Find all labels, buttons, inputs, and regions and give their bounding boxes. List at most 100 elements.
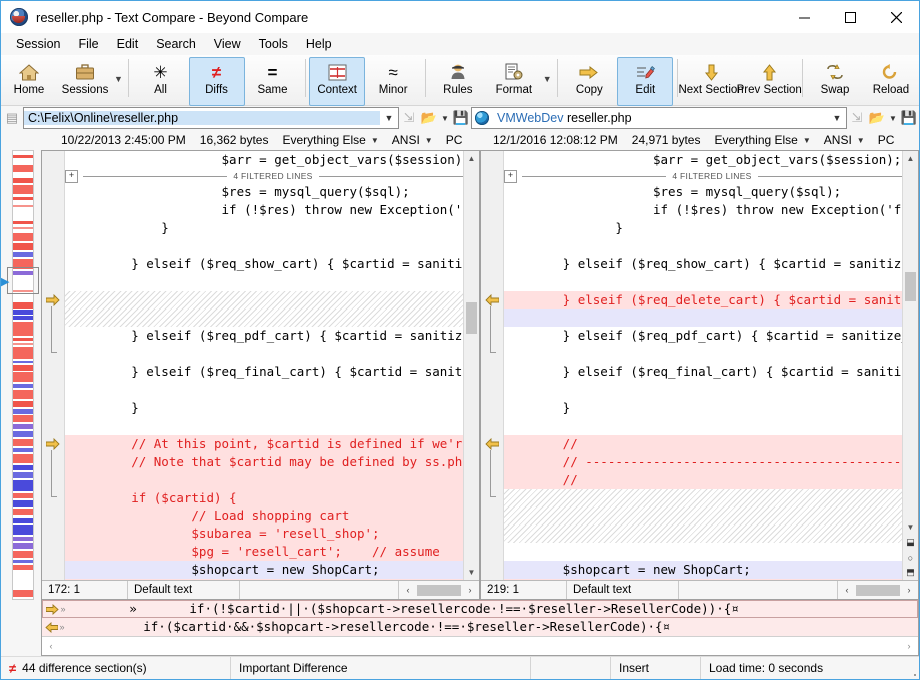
left-browse-refresh-icon[interactable]: ⇲ [399, 107, 419, 129]
code-line[interactable]: if ($cartid) { [65, 489, 463, 507]
line-comparison-scroll-left-icon[interactable]: ‹ [42, 641, 60, 651]
code-line[interactable]: $subarea = 'resell_shop'; [65, 525, 463, 543]
left-path-combo[interactable]: C:\Felix\Online\reseller.php ▼ [23, 107, 399, 129]
code-line[interactable]: if ($cartid) $shopcart->fetchcart($carti… [504, 579, 902, 580]
code-line[interactable]: $shopcart = new ShopCart; [504, 561, 902, 579]
code-line[interactable]: $res = mysql_query($sql); [65, 183, 463, 201]
toolbar-rules-button[interactable]: Rules [430, 57, 486, 106]
format-dropdown-chevron-down-icon[interactable]: ▼ [542, 57, 553, 101]
code-line[interactable]: } [504, 219, 902, 237]
right-scroll-thumb[interactable] [905, 272, 916, 300]
left-path-chevron-down-icon[interactable]: ▼ [380, 113, 398, 123]
code-line[interactable] [504, 543, 902, 561]
right-folder-chevron-down-icon[interactable]: ▼ [887, 114, 899, 123]
copy-to-right-arrow-marker[interactable] [45, 293, 61, 307]
difference-minimap[interactable]: ▶ [1, 150, 41, 600]
right-hscroll-left-arrow-icon[interactable]: ‹ [838, 585, 856, 595]
right-open-folder-icon[interactable]: 📂 [867, 107, 887, 129]
left-scroll-up-arrow-icon[interactable]: ▲ [464, 151, 479, 166]
toolbar-home-button[interactable]: Home [1, 57, 57, 106]
toolbar-minor-button[interactable]: ≈ Minor [365, 57, 421, 106]
copy-to-right-arrow-marker[interactable] [45, 437, 61, 451]
minimap-viewport-indicator[interactable] [7, 267, 39, 294]
copy-to-left-arrow-marker[interactable] [484, 437, 500, 451]
right-encoding-value[interactable]: ANSI [824, 133, 852, 147]
code-line[interactable] [504, 525, 902, 543]
right-vertical-scrollbar[interactable]: ▲ ▼ ⬓ ○ ⬒ [902, 151, 918, 580]
right-horizontal-scrollbar[interactable]: ‹ › [838, 581, 918, 599]
left-gutter[interactable] [42, 151, 65, 580]
code-line[interactable]: if (!$res) throw new Exception('fa: [504, 201, 902, 219]
left-scroll-thumb[interactable] [466, 302, 477, 334]
code-line[interactable] [504, 237, 902, 255]
code-line[interactable]: // [504, 435, 902, 453]
jump-first-difference-icon[interactable]: ⬓ [903, 535, 918, 550]
code-line[interactable] [504, 345, 902, 363]
line-comparison-left-row[interactable]: » » if·(!$cartid·||·($shopcart->reseller… [42, 600, 918, 618]
left-path-value[interactable]: C:\Felix\Online\reseller.php [24, 111, 380, 125]
jump-last-difference-icon[interactable]: ⬒ [903, 565, 918, 580]
jump-current-difference-icon[interactable]: ○ [903, 550, 918, 565]
filtered-lines-separator[interactable]: +4 FILTERED LINES [522, 169, 902, 183]
left-open-folder-icon[interactable]: 📂 [419, 107, 439, 129]
menu-view[interactable]: View [205, 34, 250, 54]
right-encoding-chevron-down-icon[interactable]: ▼ [857, 136, 865, 145]
toolbar-copy-button[interactable]: Copy [561, 57, 617, 106]
code-line[interactable] [65, 309, 463, 327]
toolbar-prev-section-button[interactable]: Prev Section [740, 57, 798, 106]
left-scroll-track[interactable] [464, 166, 479, 565]
code-line[interactable] [504, 309, 902, 327]
menu-session[interactable]: Session [7, 34, 69, 54]
toolbar-sessions-button[interactable]: Sessions [57, 57, 113, 106]
right-scroll-down-arrow-icon[interactable]: ▼ [903, 520, 918, 535]
minimap-track[interactable] [12, 150, 34, 600]
close-button[interactable] [873, 1, 919, 33]
expand-filtered-lines-icon[interactable]: + [504, 170, 517, 183]
code-line[interactable] [65, 237, 463, 255]
code-line[interactable] [65, 345, 463, 363]
code-line[interactable]: $res = mysql_query($sql); [504, 183, 902, 201]
maximize-button[interactable] [827, 1, 873, 33]
left-code-area[interactable]: $arr = get_object_vars($session);+4 FILT… [65, 151, 463, 580]
line-comparison-hscrollbar[interactable]: ‹ › [42, 636, 918, 654]
expand-filtered-lines-icon[interactable]: + [65, 170, 78, 183]
right-scroll-track[interactable] [903, 166, 918, 520]
code-line[interactable] [65, 291, 463, 309]
code-line[interactable]: } [65, 219, 463, 237]
left-save-icon[interactable]: 💾 [451, 107, 471, 129]
code-line[interactable]: } elseif ($req_show_cart) { $cartid = sa… [65, 255, 463, 273]
right-gutter[interactable] [481, 151, 504, 580]
right-path-value[interactable]: VMWebDev reseller.php [493, 111, 828, 125]
line-comparison-scroll-right-icon[interactable]: › [900, 641, 918, 651]
left-hscroll-thumb[interactable] [417, 585, 461, 596]
toolbar-edit-button[interactable]: Edit [617, 57, 673, 106]
code-line[interactable] [504, 381, 902, 399]
code-line[interactable] [504, 273, 902, 291]
left-folder-chevron-down-icon[interactable]: ▼ [439, 114, 451, 123]
code-line[interactable]: } elseif ($req_delete_cart) { $cartid = … [504, 291, 902, 309]
right-hscroll-thumb[interactable] [856, 585, 900, 596]
right-filter-value[interactable]: Everything Else [714, 133, 797, 147]
right-hscroll-right-arrow-icon[interactable]: › [900, 585, 918, 595]
code-line[interactable]: } elseif ($req_final_cart) { $cartid = s… [504, 363, 902, 381]
left-vertical-scrollbar[interactable]: ▲ ▼ [463, 151, 479, 580]
toolbar-context-button[interactable]: Context [309, 57, 365, 106]
toolbar-same-button[interactable]: = Same [245, 57, 301, 106]
code-line[interactable]: $shopcart = new ShopCart; [65, 561, 463, 579]
left-filter-chevron-down-icon[interactable]: ▼ [371, 136, 379, 145]
right-browse-refresh-icon[interactable]: ⇲ [847, 107, 867, 129]
code-line[interactable] [504, 417, 902, 435]
code-line[interactable] [65, 273, 463, 291]
menu-help[interactable]: Help [297, 34, 341, 54]
left-filter-value[interactable]: Everything Else [282, 133, 365, 147]
right-scroll-up-arrow-icon[interactable]: ▲ [903, 151, 918, 166]
code-line[interactable]: // -------------------------------------… [504, 453, 902, 471]
left-hscroll-left-arrow-icon[interactable]: ‹ [399, 585, 417, 595]
right-code-area[interactable]: $arr = get_object_vars($session);+4 FILT… [504, 151, 902, 580]
code-line[interactable]: // At this point, $cartid is defined if … [65, 435, 463, 453]
code-line[interactable] [504, 507, 902, 525]
toolbar-format-button[interactable]: Format [486, 57, 542, 106]
left-scroll-down-arrow-icon[interactable]: ▼ [464, 565, 479, 580]
copy-to-left-arrow-marker[interactable] [484, 293, 500, 307]
toolbar-all-button[interactable]: ✳ All [133, 57, 189, 106]
